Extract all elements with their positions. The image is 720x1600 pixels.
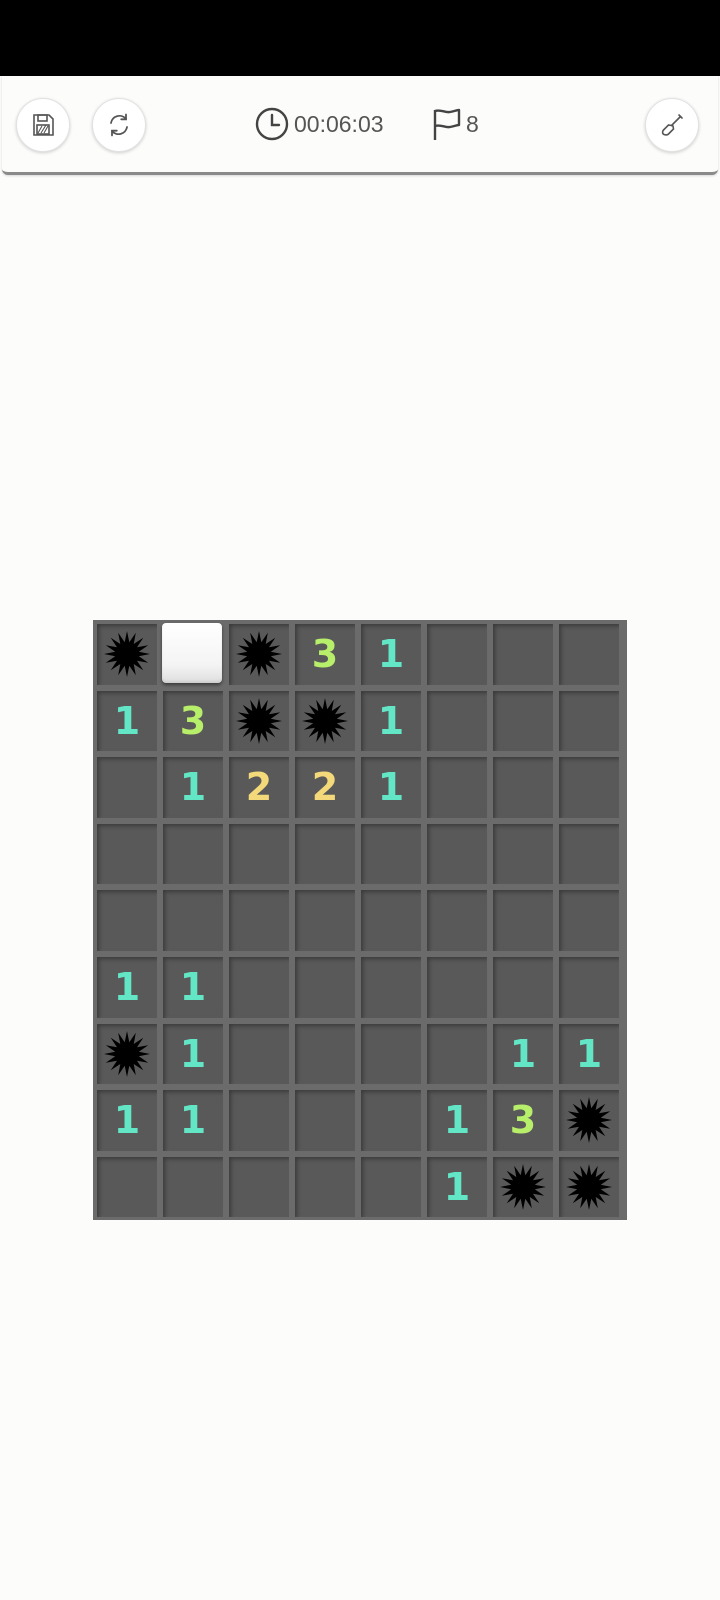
empty-cell[interactable] <box>361 956 421 1018</box>
number-cell[interactable]: 1 <box>493 1023 553 1085</box>
mine-icon <box>566 1097 612 1144</box>
empty-cell[interactable] <box>97 1156 157 1218</box>
empty-cell[interactable] <box>427 757 487 818</box>
dig-mode-button[interactable] <box>645 98 699 152</box>
mine-cell[interactable] <box>97 1023 157 1085</box>
empty-cell[interactable] <box>97 890 157 951</box>
empty-cell[interactable] <box>493 890 553 951</box>
mine-icon <box>302 697 348 744</box>
empty-cell[interactable] <box>163 1156 223 1218</box>
number-cell[interactable]: 2 <box>295 757 355 818</box>
empty-cell[interactable] <box>559 823 619 885</box>
empty-cell[interactable] <box>427 823 487 885</box>
empty-cell[interactable] <box>229 1156 289 1218</box>
minefield-board: 3113112211111111131 <box>93 620 627 1220</box>
number-cell[interactable]: 3 <box>295 624 355 685</box>
toolbar: 00:06:03 8 <box>2 76 718 175</box>
number-cell[interactable]: 1 <box>163 956 223 1018</box>
empty-cell[interactable] <box>493 624 553 685</box>
empty-cell[interactable] <box>361 1090 421 1151</box>
mine-icon <box>566 1164 612 1211</box>
mine-cell[interactable] <box>229 690 289 752</box>
empty-cell[interactable] <box>427 1023 487 1085</box>
number-cell[interactable]: 1 <box>361 624 421 685</box>
clock-icon <box>255 107 289 141</box>
mine-cell[interactable] <box>97 624 157 685</box>
number-cell[interactable]: 1 <box>427 1090 487 1151</box>
number-cell[interactable]: 1 <box>163 757 223 818</box>
empty-cell[interactable] <box>361 1156 421 1218</box>
mine-cell[interactable] <box>559 1090 619 1151</box>
empty-cell[interactable] <box>427 956 487 1018</box>
empty-cell[interactable] <box>427 890 487 951</box>
number-cell[interactable]: 1 <box>559 1023 619 1085</box>
number-cell[interactable]: 2 <box>229 757 289 818</box>
status-bar <box>0 0 720 76</box>
mine-cell[interactable] <box>493 1156 553 1218</box>
empty-cell[interactable] <box>163 890 223 951</box>
save-icon <box>33 114 54 136</box>
number-cell[interactable]: 1 <box>97 956 157 1018</box>
empty-cell[interactable] <box>559 890 619 951</box>
mine-icon <box>500 1164 546 1211</box>
mine-icon <box>236 631 282 678</box>
mine-cell[interactable] <box>559 1156 619 1218</box>
empty-cell[interactable] <box>493 956 553 1018</box>
empty-cell[interactable] <box>97 757 157 818</box>
number-cell[interactable]: 1 <box>361 690 421 752</box>
empty-cell[interactable] <box>295 890 355 951</box>
flag-count: 8 <box>466 110 479 137</box>
empty-cell[interactable] <box>229 823 289 885</box>
restart-button[interactable] <box>92 98 146 152</box>
number-cell[interactable]: 1 <box>97 1090 157 1151</box>
empty-cell[interactable] <box>427 624 487 685</box>
empty-cell[interactable] <box>493 823 553 885</box>
empty-cell[interactable] <box>559 690 619 752</box>
empty-cell[interactable] <box>295 823 355 885</box>
number-cell[interactable]: 3 <box>493 1090 553 1151</box>
empty-cell[interactable] <box>361 1023 421 1085</box>
timer-value: 00:06:03 <box>294 110 384 137</box>
unrevealed-cell[interactable] <box>162 623 222 683</box>
save-button[interactable] <box>16 98 70 152</box>
number-cell[interactable]: 3 <box>163 690 223 752</box>
empty-cell[interactable] <box>559 757 619 818</box>
empty-cell[interactable] <box>295 1090 355 1151</box>
mine-icon <box>104 631 150 678</box>
empty-cell[interactable] <box>427 690 487 752</box>
empty-cell[interactable] <box>295 1023 355 1085</box>
number-cell[interactable]: 1 <box>361 757 421 818</box>
number-cell[interactable]: 1 <box>163 1023 223 1085</box>
empty-cell[interactable] <box>229 1023 289 1085</box>
mine-icon <box>104 1030 150 1077</box>
mine-cell[interactable] <box>295 690 355 752</box>
number-cell[interactable]: 1 <box>163 1090 223 1151</box>
flag-counter: 8 <box>430 104 479 144</box>
empty-cell[interactable] <box>361 823 421 885</box>
empty-cell[interactable] <box>559 624 619 685</box>
empty-cell[interactable] <box>229 956 289 1018</box>
empty-cell[interactable] <box>295 1156 355 1218</box>
mine-icon <box>236 697 282 744</box>
number-cell[interactable]: 1 <box>97 690 157 752</box>
empty-cell[interactable] <box>229 890 289 951</box>
game-timer: 00:06:03 <box>254 104 384 144</box>
empty-cell[interactable] <box>361 890 421 951</box>
empty-cell[interactable] <box>295 956 355 1018</box>
restart-icon <box>110 113 128 137</box>
empty-cell[interactable] <box>493 690 553 752</box>
empty-cell[interactable] <box>493 757 553 818</box>
empty-cell[interactable] <box>229 1090 289 1151</box>
flag-icon <box>433 108 461 140</box>
empty-cell[interactable] <box>163 823 223 885</box>
mine-cell[interactable] <box>229 624 289 685</box>
empty-cell[interactable] <box>559 956 619 1018</box>
empty-cell[interactable] <box>97 823 157 885</box>
number-cell[interactable]: 1 <box>427 1156 487 1218</box>
shovel-icon <box>661 114 683 136</box>
